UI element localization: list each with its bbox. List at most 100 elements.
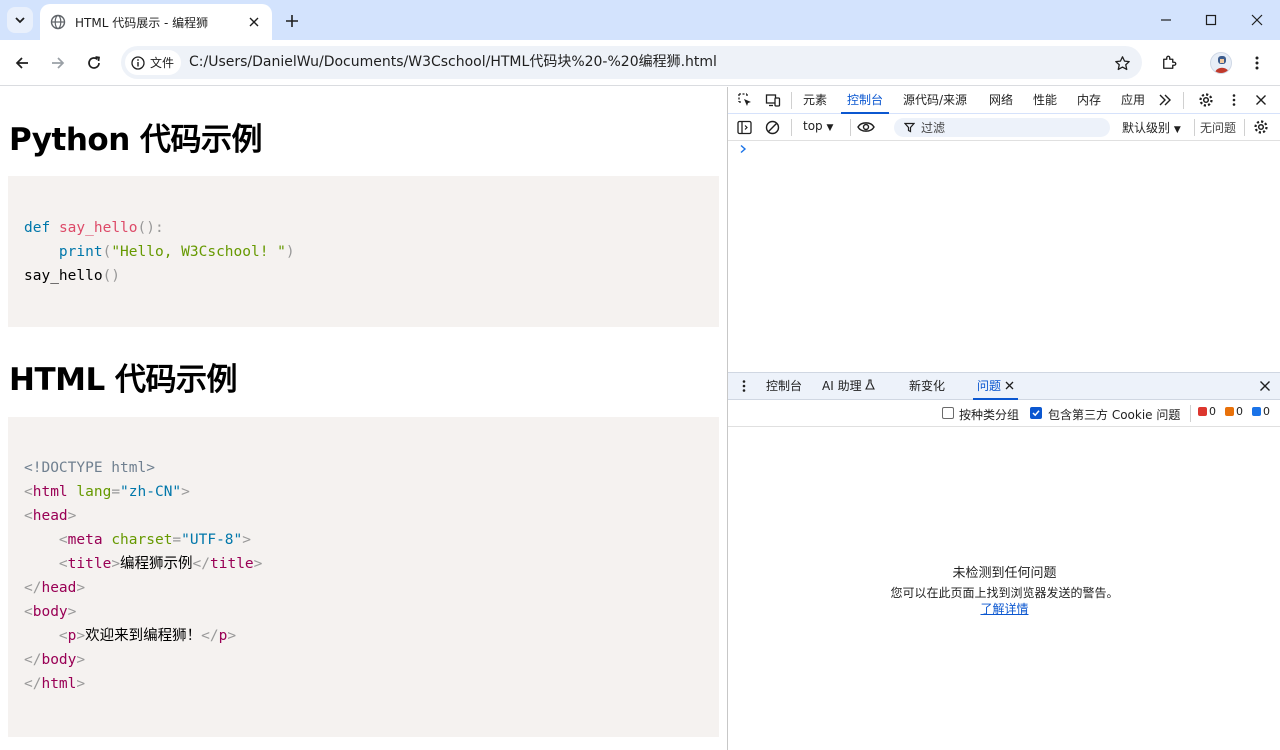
console-toolbar: top ▼ 过滤 默认级别 ▼ 无问题	[728, 114, 1280, 141]
inspect-element-button[interactable]	[735, 90, 755, 110]
code-token: say_hello	[58, 220, 138, 236]
close-icon[interactable]	[1005, 381, 1014, 390]
code-token: "UTF-8"	[181, 532, 243, 548]
check-icon	[1032, 410, 1040, 417]
device-icon	[765, 94, 781, 107]
tab-title: HTML 代码展示 - 编程狮	[75, 15, 209, 30]
close-icon	[1260, 381, 1270, 391]
tab-strip: HTML 代码展示 - 编程狮	[0, 0, 1280, 40]
site-info-chip[interactable]: 文件	[125, 50, 181, 75]
include-third-party-label: 包含第三方 Cookie 问题	[1048, 408, 1181, 422]
python-code: def say_hello(): print("Hello, W3Cschool…	[24, 220, 295, 284]
more-tabs-button[interactable]	[1155, 90, 1175, 110]
device-toolbar-button[interactable]	[763, 90, 783, 110]
live-expression-button[interactable]	[856, 117, 876, 137]
tab-search-button[interactable]	[7, 7, 33, 33]
devtools-close-button[interactable]	[1251, 90, 1271, 110]
new-tab-button[interactable]	[281, 10, 303, 32]
address-bar[interactable]: 文件 C:/Users/DanielWu/Documents/W3Cschool…	[121, 46, 1142, 79]
more-vertical-icon	[1255, 56, 1259, 70]
devtools-tabbar: 元素 控制台 源代码/来源 网络 性能 内存 应用	[728, 87, 1280, 114]
gear-icon	[1199, 93, 1213, 107]
sidebar-toggle-button[interactable]	[734, 117, 754, 137]
chevron-down-icon	[15, 17, 25, 24]
close-window-button[interactable]	[1244, 8, 1270, 32]
drawer-tab-console[interactable]: 控制台	[766, 373, 802, 400]
star-icon	[1114, 55, 1130, 70]
eye-icon	[857, 122, 875, 132]
drawer-tab-ai-assistant[interactable]: AI 助理	[822, 373, 876, 400]
devtools-menu-button[interactable]	[1224, 90, 1244, 110]
inspect-icon	[738, 93, 751, 106]
devtools-tab-performance[interactable]: 性能	[1033, 87, 1057, 114]
bookmark-button[interactable]	[1112, 53, 1132, 73]
group-by-kind-label: 按种类分组	[959, 408, 1020, 422]
code-token: <!DOCTYPE html>	[24, 460, 155, 476]
warning-icon	[1225, 407, 1234, 416]
drawer-tab-label: AI 助理	[822, 379, 862, 393]
devtools-tab-console[interactable]: 控制台	[840, 87, 890, 114]
divider	[850, 119, 851, 136]
empty-state-description: 您可以在此页面上找到浏览器发送的警告。	[890, 586, 1119, 600]
error-count-value: 0	[1209, 405, 1216, 418]
divider	[1183, 92, 1184, 109]
warning-count[interactable]: 0	[1225, 405, 1243, 418]
clear-console-button[interactable]	[762, 117, 782, 137]
plus-icon	[286, 15, 298, 27]
devtools-tab-network[interactable]: 网络	[989, 87, 1013, 114]
html-code: <!DOCTYPE html> <html lang="zh-CN"> <hea…	[24, 460, 263, 692]
url-text[interactable]: C:/Users/DanielWu/Documents/W3Cschool/HT…	[189, 46, 717, 79]
extensions-button[interactable]	[1155, 49, 1183, 77]
info-count[interactable]: 0	[1252, 405, 1270, 418]
include-third-party-checkbox[interactable]	[1030, 407, 1042, 419]
code-token: ():	[137, 220, 164, 236]
devtools-tab-sources[interactable]: 源代码/来源	[903, 87, 967, 114]
back-button[interactable]	[8, 49, 36, 77]
info-icon	[131, 55, 145, 70]
drawer-close-button[interactable]	[1255, 376, 1275, 396]
more-vertical-icon	[1232, 94, 1236, 106]
devtools-tab-elements[interactable]: 元素	[803, 87, 827, 114]
group-by-kind-checkbox[interactable]	[942, 407, 954, 419]
caret-down-icon: ▼	[1173, 125, 1181, 135]
profile-avatar[interactable]	[1207, 49, 1235, 77]
drawer-menu-button[interactable]	[734, 376, 754, 396]
page-content: Python 代码示例 def say_hello(): print("Hell…	[0, 87, 727, 750]
issues-toolbar: 按种类分组 包含第三方 Cookie 问题 0 0 0	[728, 400, 1280, 427]
console-settings-button[interactable]	[1251, 117, 1271, 137]
sidebar-icon	[736, 120, 752, 134]
maximize-button[interactable]	[1198, 8, 1224, 32]
devtools-tab-memory[interactable]: 内存	[1077, 87, 1101, 114]
console-prompt[interactable]	[739, 143, 747, 158]
devtools-panel: 元素 控制台 源代码/来源 网络 性能 内存 应用 top ▼ 过滤 默认级别 …	[727, 87, 1280, 750]
forward-button[interactable]	[44, 49, 72, 77]
more-vertical-icon	[742, 380, 746, 392]
learn-more-link[interactable]: 了解详情	[728, 600, 1280, 617]
code-token: 欢迎来到编程狮！	[85, 628, 202, 644]
browser-menu-button[interactable]	[1243, 49, 1271, 77]
log-levels-dropdown[interactable]: 默认级别 ▼	[1122, 119, 1181, 136]
empty-state-title: 未检测到任何问题	[952, 566, 1057, 581]
filter-placeholder: 过滤	[921, 121, 946, 135]
browser-tab-active[interactable]: HTML 代码展示 - 编程狮	[40, 4, 272, 40]
drawer-tabbar: 控制台 AI 助理 新变化 问题	[728, 372, 1280, 400]
context-selector[interactable]: top ▼	[803, 119, 833, 133]
error-count[interactable]: 0	[1198, 405, 1216, 418]
devtools-tab-application[interactable]: 应用	[1121, 87, 1145, 114]
flask-icon	[865, 379, 876, 390]
reload-button[interactable]	[80, 49, 108, 77]
drawer-tab-issues[interactable]: 问题	[973, 373, 1018, 400]
minimize-button[interactable]	[1153, 8, 1179, 32]
drawer-tab-whats-new[interactable]: 新变化	[909, 373, 945, 400]
tab-close-button[interactable]	[246, 14, 262, 30]
browser-toolbar: 文件 C:/Users/DanielWu/Documents/W3Cschool…	[0, 40, 1280, 86]
close-icon	[1256, 95, 1266, 105]
avatar	[1210, 52, 1232, 74]
arrow-right-icon	[52, 57, 65, 69]
puzzle-icon	[1163, 55, 1177, 69]
devtools-settings-button[interactable]	[1196, 90, 1216, 110]
chevron-right-icon	[740, 144, 747, 154]
drawer-tab-label: 问题	[977, 379, 1002, 393]
issues-counter[interactable]: 无问题	[1200, 119, 1236, 136]
console-filter-input[interactable]: 过滤	[894, 118, 1110, 137]
